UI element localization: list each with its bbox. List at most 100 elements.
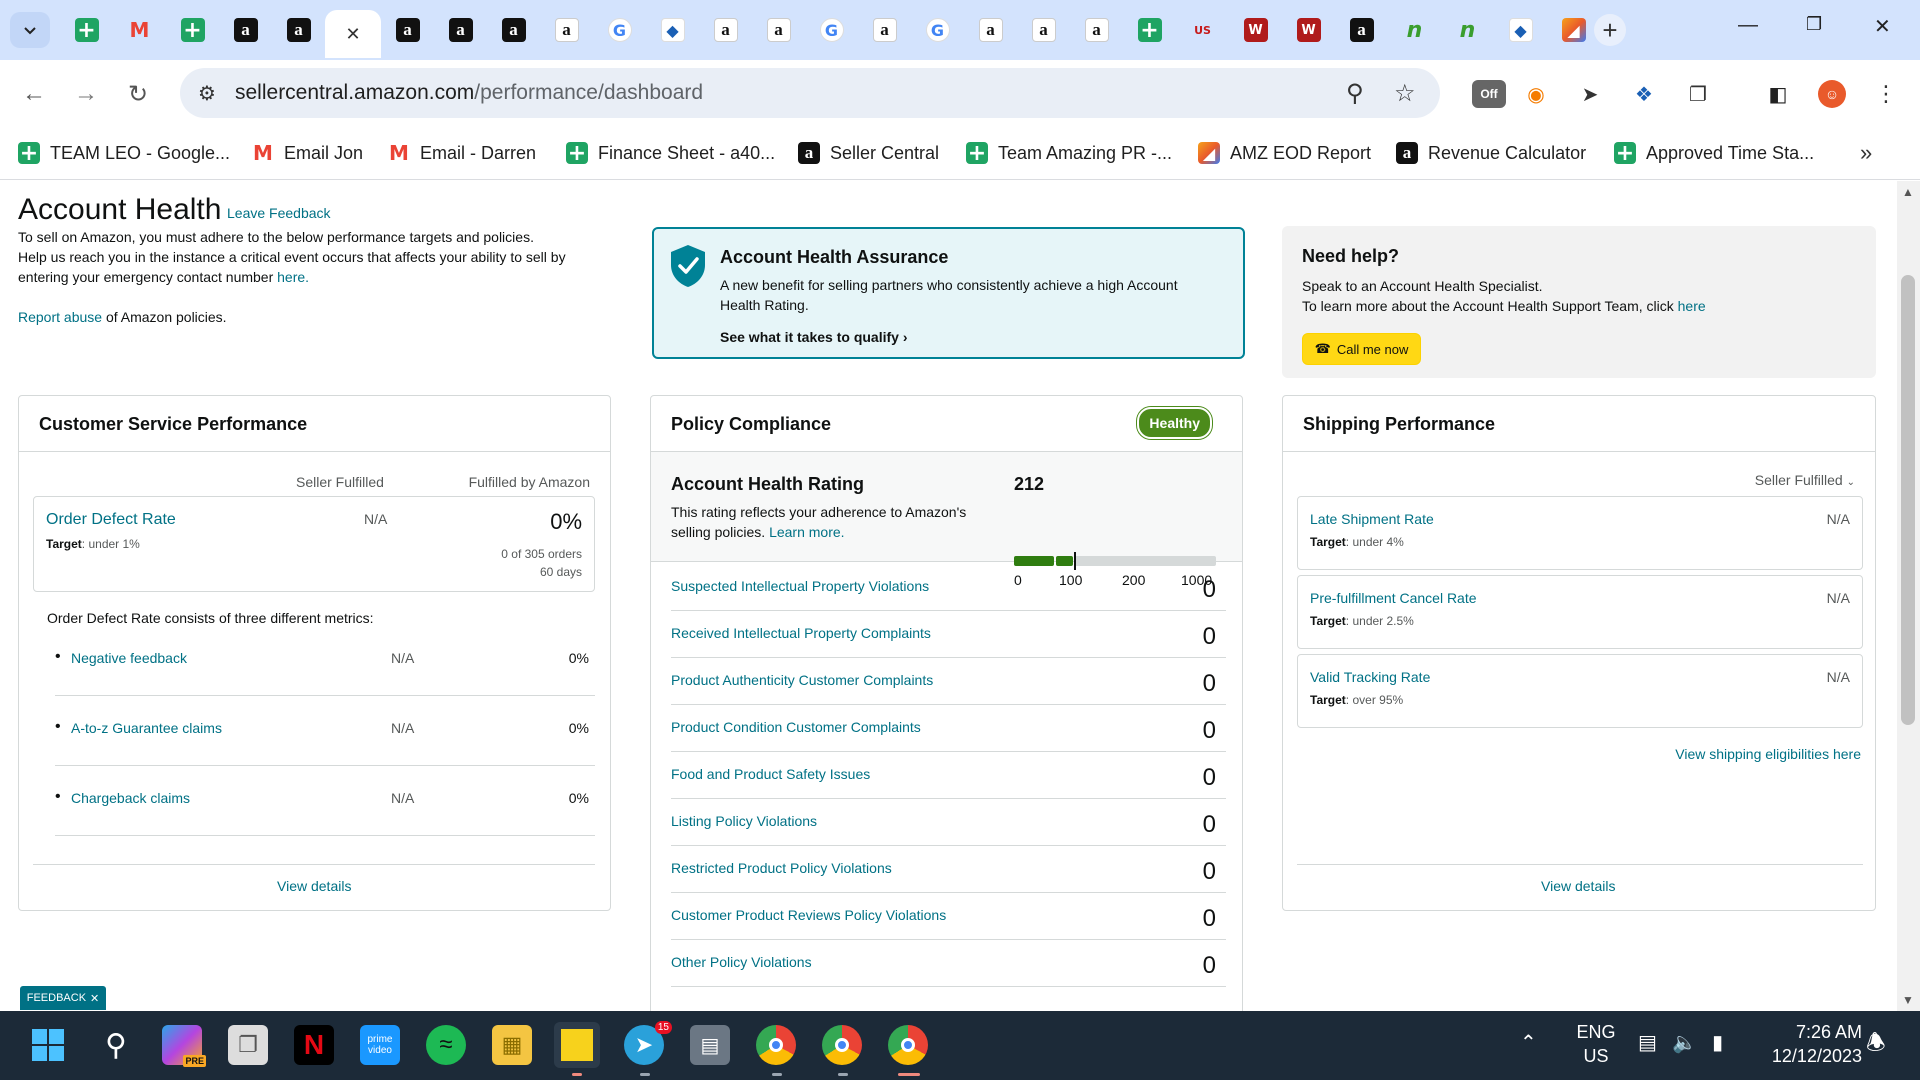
browser-tab[interactable]: n (1388, 10, 1441, 50)
policy-violation-link[interactable]: Restricted Product Policy Violations (671, 860, 892, 876)
scroll-down-icon[interactable]: ▼ (1902, 993, 1914, 1007)
browser-tab[interactable]: US (1176, 10, 1229, 50)
extensions-puzzle-icon[interactable]: ❐ (1684, 80, 1712, 108)
telegram-icon[interactable]: ➤ 15 (624, 1021, 672, 1065)
bookmark-item[interactable]: a Revenue Calculator (1396, 142, 1586, 164)
call-me-now-button[interactable]: ☎ Call me now (1302, 333, 1421, 365)
report-abuse-link[interactable]: Report abuse (18, 309, 102, 325)
back-button[interactable]: ← (22, 80, 46, 108)
odr-metric-link[interactable]: A-to-z Guarantee claims (71, 720, 222, 736)
scroll-up-icon[interactable]: ▲ (1902, 185, 1914, 199)
policy-violation-link[interactable]: Product Authenticity Customer Complaints (671, 672, 933, 688)
browser-tab[interactable]: W (1282, 10, 1335, 50)
browser-tab[interactable]: G (593, 10, 646, 50)
browser-tab[interactable]: a (964, 10, 1017, 50)
shipping-view-details-link[interactable]: View details (1541, 878, 1615, 894)
calculator-icon[interactable]: ▤ (690, 1025, 730, 1065)
browser-tab[interactable]: + (60, 10, 113, 50)
feedback-tab[interactable]: FEEDBACK ✕ (20, 986, 106, 1010)
policy-violation-link[interactable]: Food and Product Safety Issues (671, 766, 870, 782)
minimize-button[interactable]: — (1738, 14, 1758, 37)
network-icon[interactable]: ▤ (1638, 1031, 1657, 1055)
browser-tab[interactable]: a (858, 10, 911, 50)
policy-violation-link[interactable]: Product Condition Customer Complaints (671, 719, 921, 735)
file-explorer-icon[interactable]: ▦ (492, 1025, 532, 1065)
browser-tab[interactable]: ◢ (1547, 10, 1600, 50)
policy-violation-link[interactable]: Listing Policy Violations (671, 813, 817, 829)
close-icon[interactable]: ✕ (90, 992, 99, 1005)
policy-violation-link[interactable]: Other Policy Violations (671, 954, 812, 970)
odr-metric-link[interactable]: Negative feedback (71, 650, 187, 666)
chrome-active-icon[interactable] (888, 1025, 928, 1065)
close-icon[interactable]: ✕ (345, 24, 360, 45)
zoom-icon[interactable]: ⚲ (1346, 79, 1364, 108)
tab-active[interactable]: ✕ (325, 10, 381, 58)
volume-icon[interactable]: 🔈 (1672, 1031, 1697, 1055)
language-indicator[interactable]: ENG US (1572, 1020, 1620, 1068)
show-hidden-icons[interactable]: ⌃ (1520, 1031, 1537, 1055)
browser-tab[interactable]: a (1017, 10, 1070, 50)
sticky-notes-taskbar[interactable] (554, 1022, 600, 1068)
policy-violation-link[interactable]: Suspected Intellectual Property Violatio… (671, 578, 929, 594)
policy-violation-link[interactable]: Customer Product Reviews Policy Violatio… (671, 907, 946, 923)
spotify-icon[interactable]: ≈ (426, 1025, 466, 1065)
netflix-icon[interactable]: N (294, 1025, 334, 1065)
extension-badge-icon[interactable]: ❖ (1630, 80, 1658, 108)
browser-tab[interactable]: a (699, 10, 752, 50)
shipping-filter-dropdown[interactable]: Seller Fulfilled ⌄ (1755, 472, 1855, 488)
bookmark-item[interactable]: + Approved Time Sta... (1614, 141, 1814, 166)
ahr-learn-more-link[interactable]: Learn more. (769, 524, 844, 540)
search-icon[interactable]: ⚲ (96, 1025, 136, 1065)
profile-avatar[interactable]: ☺ (1818, 80, 1846, 108)
prime-video-icon[interactable]: prime video (360, 1025, 400, 1065)
browser-tab[interactable]: ◆ (1494, 10, 1547, 50)
notifications-icon[interactable]: 🕭 (1866, 1031, 1886, 1055)
tab-search-button[interactable] (10, 12, 50, 48)
browser-tab[interactable]: a (1070, 10, 1123, 50)
shipping-eligibilities-link[interactable]: View shipping eligibilities here (1675, 746, 1861, 762)
browser-tab[interactable]: a (540, 10, 593, 50)
emergency-contact-link[interactable]: here. (277, 269, 309, 285)
more-bookmarks-icon[interactable]: » (1860, 140, 1872, 166)
browser-tab[interactable]: a (272, 10, 325, 50)
address-bar[interactable]: ⚙ sellercentral.amazon.com/performance/d… (180, 68, 1440, 118)
side-panel-icon[interactable]: ◧ (1764, 80, 1792, 108)
browser-tab[interactable]: + (166, 10, 219, 50)
leave-feedback-link[interactable]: Leave Feedback (227, 205, 331, 221)
restore-button[interactable]: ❐ (1806, 14, 1822, 35)
url-text[interactable]: sellercentral.amazon.com/performance/das… (235, 81, 703, 105)
task-view-icon[interactable]: ❐ (228, 1025, 268, 1065)
forward-button[interactable]: → (74, 80, 98, 108)
browser-menu-icon[interactable]: ⋮ (1872, 80, 1900, 108)
cs-view-details-link[interactable]: View details (277, 878, 351, 894)
site-info-icon[interactable]: ⚙ (198, 81, 216, 106)
bookmark-item[interactable]: M Email Jon (252, 141, 363, 165)
support-team-link[interactable]: here (1678, 298, 1706, 314)
browser-tab[interactable]: a (752, 10, 805, 50)
browser-tab[interactable]: G (805, 10, 858, 50)
bookmark-item[interactable]: M Email - Darren (388, 141, 536, 165)
page-scrollbar[interactable]: ▲ ▼ (1897, 181, 1920, 1011)
reload-button[interactable]: ↻ (128, 80, 148, 109)
policy-violation-link[interactable]: Received Intellectual Property Complaint… (671, 625, 931, 641)
assurance-qualify-link[interactable]: See what it takes to qualify › (720, 329, 908, 345)
bookmark-star-icon[interactable]: ☆ (1394, 79, 1416, 108)
bookmark-item[interactable]: + Finance Sheet - a40... (566, 141, 775, 166)
close-window-button[interactable]: ✕ (1874, 14, 1891, 39)
browser-tab[interactable]: G (911, 10, 964, 50)
extension-off-icon[interactable]: Off (1472, 80, 1506, 108)
bookmark-item[interactable]: + TEAM LEO - Google... (18, 141, 230, 166)
extension-circle-icon[interactable]: ◉ (1522, 80, 1550, 108)
extension-pen-icon[interactable]: ➤ (1576, 80, 1604, 108)
odr-metric-link[interactable]: Chargeback claims (71, 790, 190, 806)
browser-tab[interactable]: a (381, 10, 434, 50)
new-tab-button[interactable]: + (1594, 14, 1626, 46)
browser-tab[interactable]: W (1229, 10, 1282, 50)
browser-tab[interactable]: a (1335, 10, 1388, 50)
shipping-metric-link[interactable]: Valid Tracking Rate (1310, 669, 1430, 685)
order-defect-rate-link[interactable]: Order Defect Rate (46, 511, 176, 529)
browser-tab[interactable]: + (1123, 10, 1176, 50)
bookmark-item[interactable]: + Team Amazing PR -... (966, 141, 1172, 166)
scroll-thumb[interactable] (1901, 275, 1915, 725)
battery-icon[interactable]: ▮ (1712, 1031, 1723, 1055)
